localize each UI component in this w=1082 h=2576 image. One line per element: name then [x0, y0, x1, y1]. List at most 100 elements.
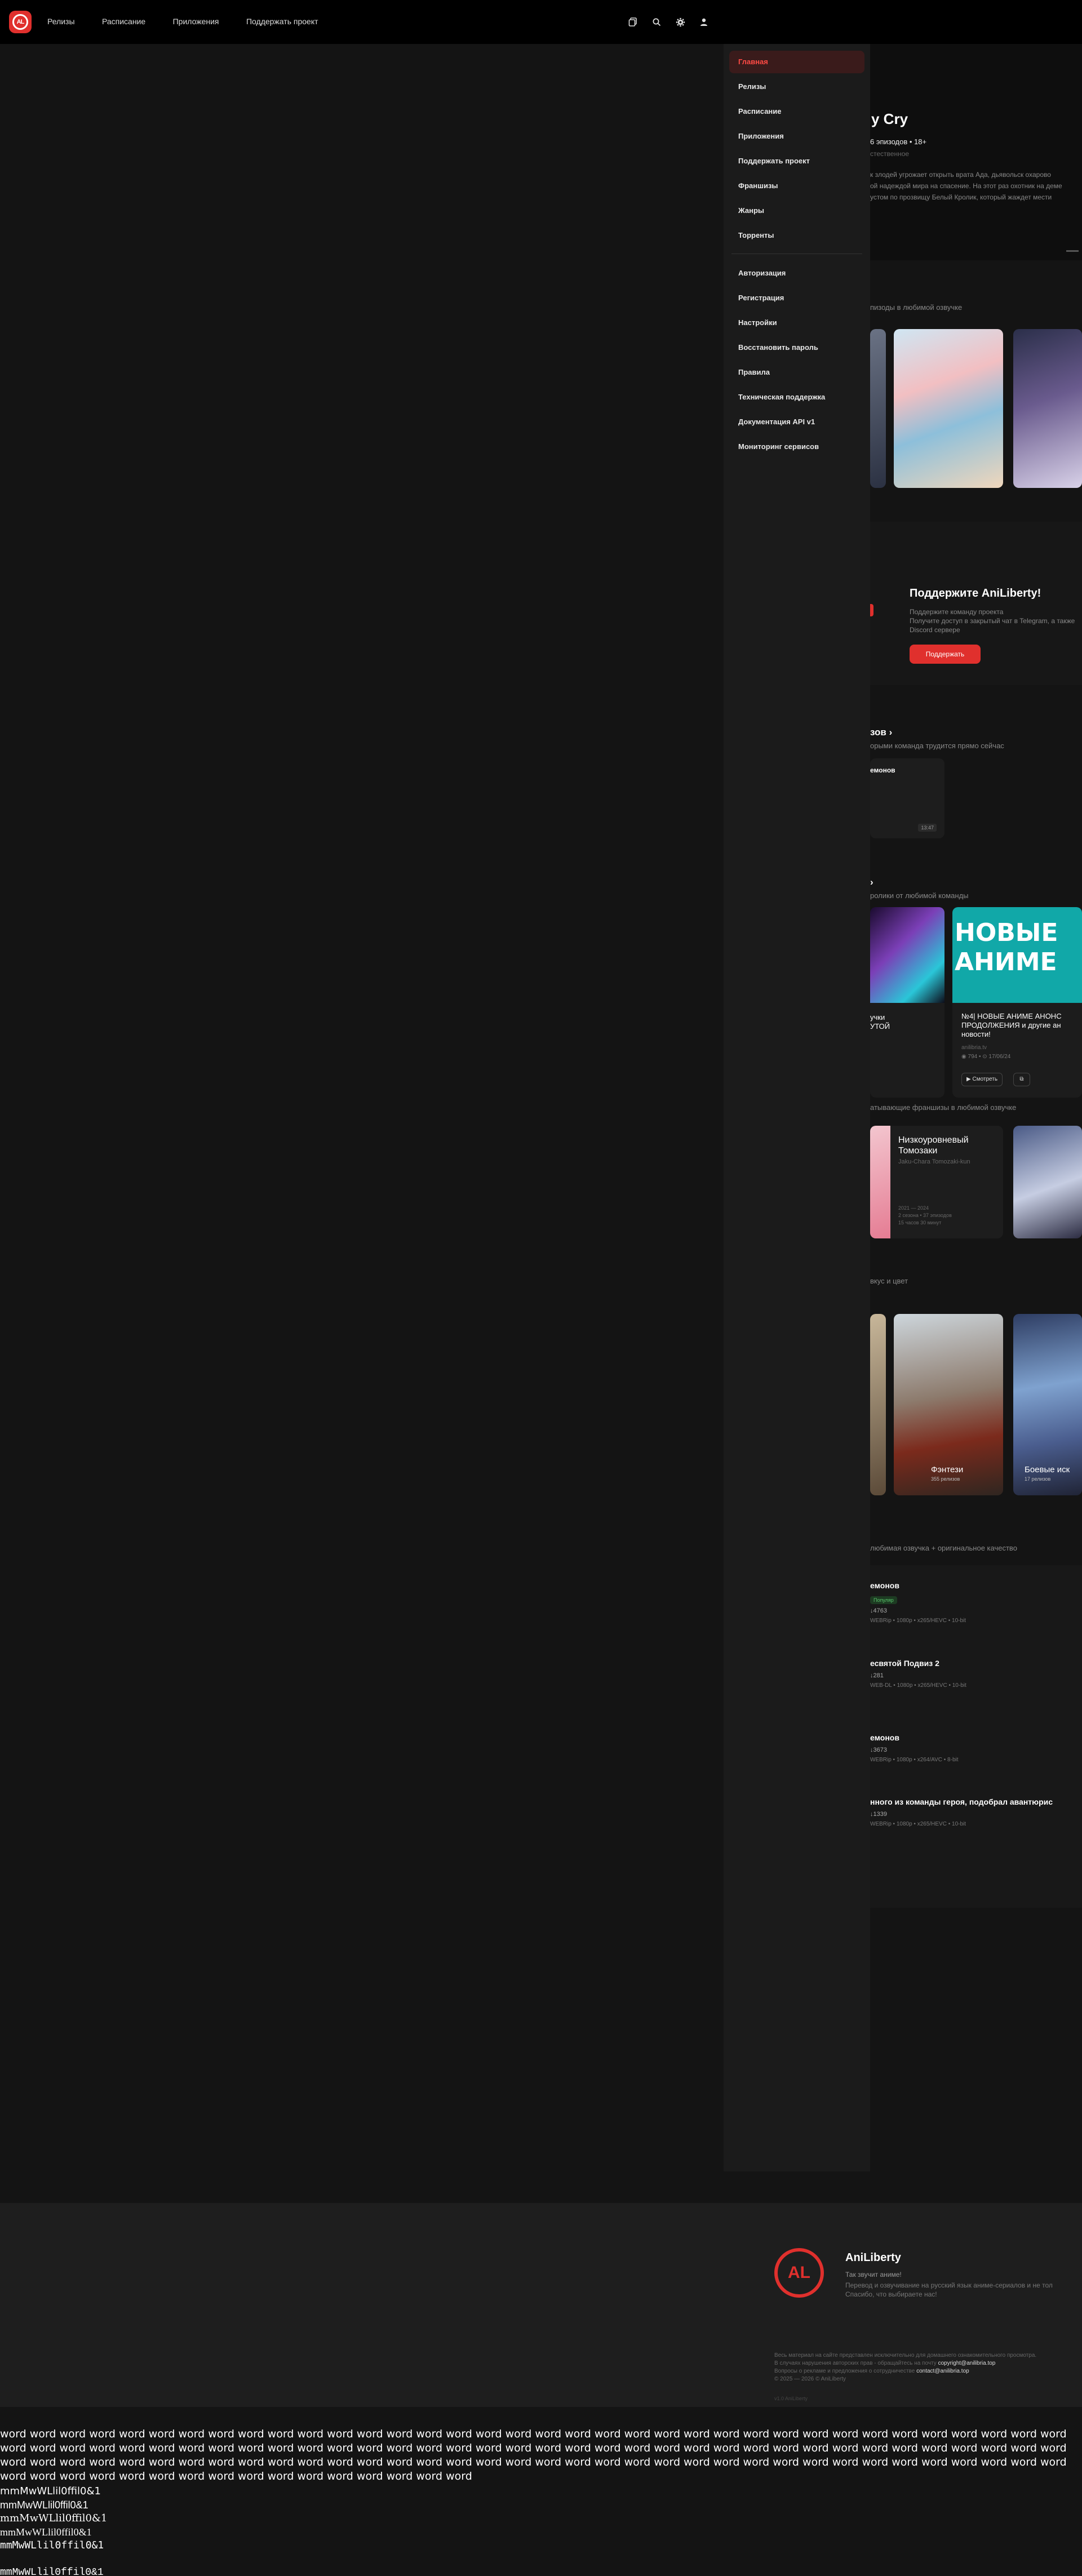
footer-brand: AniLiberty [845, 2251, 901, 2264]
menu-item-genres[interactable]: Жанры [729, 199, 864, 222]
main-nav: Релизы Расписание Приложения Поддержать … [47, 17, 343, 27]
in-progress-subtitle: орыми команда трудится прямо сейчас [870, 741, 1004, 750]
menu-item-home[interactable]: Главная [729, 51, 864, 73]
gear-icon[interactable] [673, 15, 688, 29]
videos-title[interactable]: › [870, 877, 873, 888]
torrent-downloads: ↓4763 [870, 1607, 887, 1614]
footer-logo: AL [774, 2248, 824, 2298]
franchises-subtitle: атывающие франшизы в любимой озвучке [870, 1103, 1017, 1112]
in-progress-title[interactable]: зов › [870, 727, 892, 738]
video-thumbnail: НОВЫЕ АНИМЕ [952, 907, 1082, 1003]
franchise-card[interactable]: Низкоуровневый Томозаки Jaku-Chara Tomoz… [870, 1126, 1003, 1238]
footer-version: v1.0 AniLiberty [774, 2396, 808, 2401]
menu-item-schedule[interactable]: Расписание [729, 100, 864, 123]
menu-item-settings[interactable]: Настройки [729, 312, 864, 334]
torrent-downloads: ↓3673 [870, 1747, 887, 1753]
video-title: учки УТОЙ [870, 1013, 890, 1031]
menu-item-apps[interactable]: Приложения [729, 125, 864, 148]
video-card[interactable]: НОВЫЕ АНИМЕ №4| НОВЫЕ АНИМЕ АНОНС ПРОДОЛ… [952, 907, 1082, 1098]
franchise-poster [870, 1126, 890, 1238]
nav-schedule[interactable]: Расписание [102, 17, 145, 26]
franchise-title: Низкоуровневый Томозаки [898, 1135, 969, 1156]
torrent-meta: WEBRip • 1080p • x265/HEVC • 10-bit [870, 1618, 966, 1624]
torrent-title: нного из команды героя, подобрал авантюр… [870, 1797, 1053, 1806]
genre-name: Фэнтези [931, 1465, 964, 1474]
torrent-title: емонов [870, 1733, 899, 1742]
torrent-meta: WEB-DL • 1080p • x265/HEVC • 10-bit [870, 1682, 966, 1689]
search-icon[interactable] [649, 15, 664, 29]
external-link-icon[interactable]: ⧉ [1013, 1073, 1030, 1086]
copyright-email-link[interactable]: copyright@anilibria.top [938, 2360, 996, 2366]
torrent-downloads: ↓281 [870, 1672, 884, 1679]
support-accent [870, 604, 873, 616]
hero-description: к злодей угрожает открыть врата Ада, дья… [870, 171, 1062, 201]
in-progress-card-time: 13:47 [918, 824, 937, 832]
genres-subtitle: вкус и цвет [870, 1277, 908, 1285]
video-stats: ◉ 794 • ⊙ 17/06/24 [961, 1054, 1011, 1060]
page-content: y Cry 6 эпизодов • 18+ стественное к зло… [870, 44, 1082, 2162]
top-bar: AL Релизы Расписание Приложения Поддержа… [0, 0, 1082, 44]
torrent-row[interactable]: есвятой Подвиз 2 ↓281 WEB-DL • 1080p • x… [870, 1659, 1082, 1689]
genre-count: 355 релизов [931, 1476, 960, 1482]
library-icon[interactable] [626, 15, 640, 29]
torrents-subtitle: любимая озвучка + оригинальное качество [870, 1544, 1017, 1552]
genre-card[interactable]: Боевые иск 17 релизов [1013, 1314, 1082, 1495]
genre-name: Боевые иск [1025, 1465, 1070, 1474]
in-progress-card[interactable]: емонов 13:47 [870, 758, 944, 838]
top-icons [626, 15, 711, 29]
support-title: Поддержите AniLiberty! [910, 587, 1041, 599]
torrent-title: емонов [870, 1581, 899, 1590]
episode-card[interactable] [894, 329, 1003, 488]
menu-item-torrents[interactable]: Торренты [729, 224, 864, 247]
franchise-card[interactable] [1013, 1126, 1082, 1238]
font-test-words: word word word word word word word word … [0, 2428, 1067, 2482]
footer-description: Перевод и озвучивание на русский язык ан… [845, 2281, 1053, 2298]
hero-meta: 6 эпизодов • 18+ [870, 137, 927, 146]
genre-count: 17 релизов [1025, 1476, 1051, 1482]
menu-item-monitoring[interactable]: Мониторинг сервисов [729, 436, 864, 458]
font-test-glyphs: mmMwWLlil0ffil0&1 mmMwWLlil0ffil0&1 mmMw… [0, 2485, 108, 2576]
episodes-subtitle: пизоды в любимой озвучке [870, 303, 963, 312]
nav-support[interactable]: Поддержать проект [246, 17, 318, 26]
hero-banner[interactable]: y Cry 6 эпизодов • 18+ стественное к зло… [870, 44, 1082, 260]
torrent-downloads: ↓1339 [870, 1811, 887, 1818]
menu-item-restore-password[interactable]: Восстановить пароль [729, 336, 864, 359]
nav-releases[interactable]: Релизы [47, 17, 75, 26]
logo[interactable]: AL [9, 11, 32, 33]
side-menu: Главная Релизы Расписание Приложения Под… [724, 44, 870, 2171]
menu-item-releases[interactable]: Релизы [729, 75, 864, 98]
torrent-row[interactable]: нного из команды героя, подобрал авантюр… [870, 1797, 1082, 1827]
videos-subtitle: ролики от любимой команды [870, 891, 969, 900]
episode-card[interactable] [1013, 329, 1082, 488]
hero-genre: стественное [870, 150, 910, 158]
support-button[interactable]: Поддержать [910, 645, 981, 664]
carousel-indicator[interactable] [1066, 250, 1079, 252]
menu-item-login[interactable]: Авторизация [729, 262, 864, 285]
watch-button[interactable]: ▶ Смотреть [961, 1073, 1003, 1086]
episode-card[interactable] [870, 329, 886, 488]
logo-mark: AL [12, 14, 28, 30]
menu-item-franchises[interactable]: Франшизы [729, 175, 864, 197]
torrent-meta: WEBRip • 1080p • x265/HEVC • 10-bit [870, 1821, 966, 1827]
video-title: №4| НОВЫЕ АНИМЕ АНОНС ПРОДОЛЖЕНИЯ и друг… [961, 1012, 1062, 1038]
torrent-row[interactable]: емонов Популяр ↓4763 WEBRip • 1080p • x2… [870, 1581, 1082, 1624]
genre-card[interactable] [870, 1314, 886, 1495]
user-icon[interactable] [697, 15, 711, 29]
footer-tagline: Так звучит аниме! [845, 2271, 902, 2279]
torrent-title: есвятой Подвиз 2 [870, 1659, 939, 1668]
in-progress-card-title: емонов [870, 766, 895, 774]
support-text: Поддержите команду проекта Получите дост… [910, 608, 1075, 634]
contact-email-link[interactable]: contact@anilibria.top [916, 2368, 969, 2374]
menu-item-api-docs[interactable]: Документация API v1 [729, 411, 864, 433]
video-card[interactable]: учки УТОЙ [870, 907, 944, 1098]
hero-title: y Cry [871, 110, 908, 127]
genre-card[interactable]: Фэнтези 355 релизов [894, 1314, 1003, 1495]
menu-item-tech-support[interactable]: Техническая поддержка [729, 386, 864, 408]
menu-item-support[interactable]: Поддержать проект [729, 150, 864, 172]
menu-item-register[interactable]: Регистрация [729, 287, 864, 309]
video-source: anilibria.tv [961, 1045, 987, 1051]
nav-apps[interactable]: Приложения [173, 17, 219, 26]
menu-item-rules[interactable]: Правила [729, 361, 864, 384]
torrent-row[interactable]: емонов ↓3673 WEBRip • 1080p • x264/AVC •… [870, 1733, 1082, 1763]
franchise-meta: 2021 — 2024 2 сезона • 37 эпизодов 15 ча… [898, 1205, 952, 1225]
